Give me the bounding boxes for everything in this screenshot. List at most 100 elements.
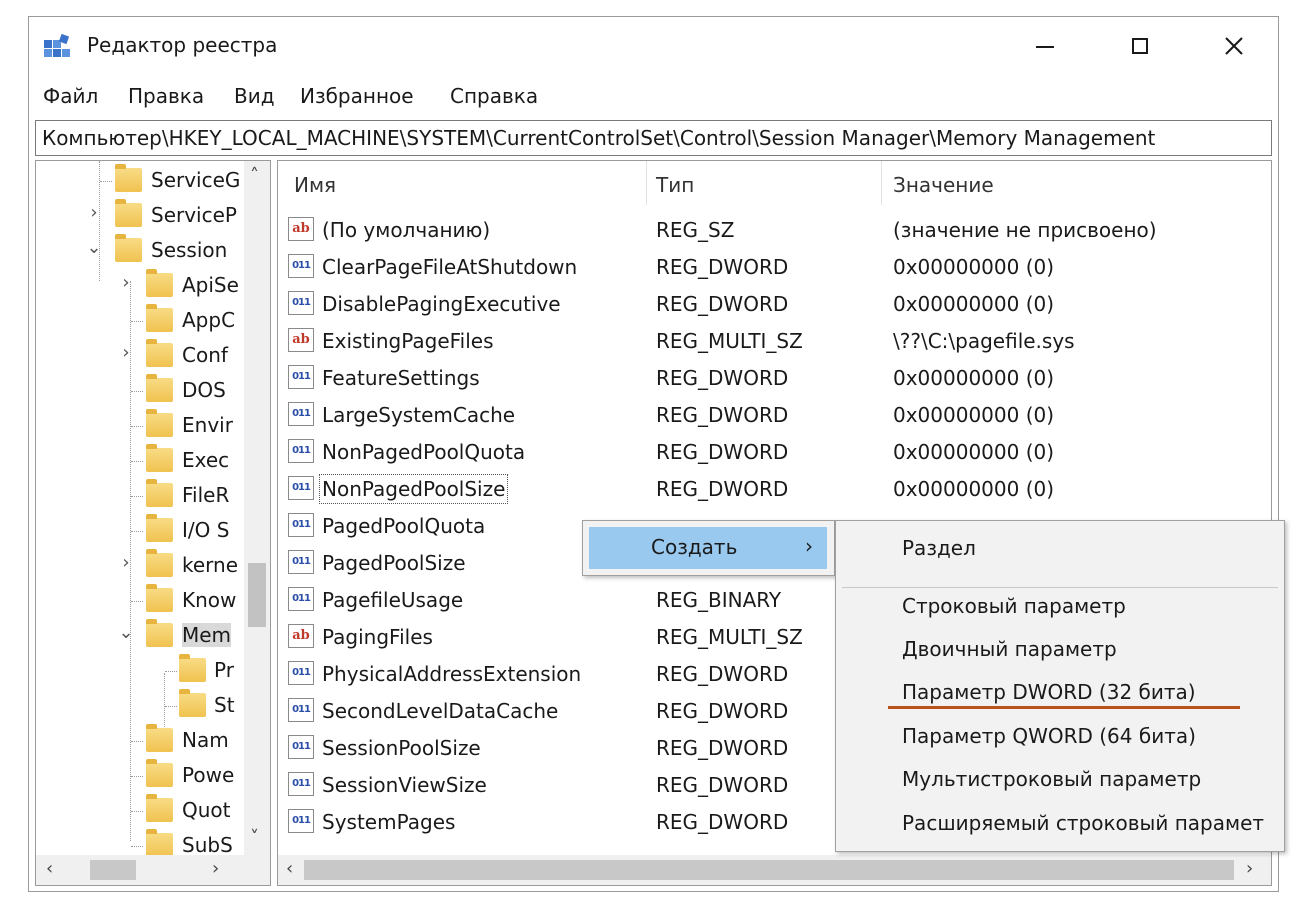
expand-arrow-icon[interactable]: › <box>86 202 102 223</box>
tree-node[interactable]: St <box>36 688 241 722</box>
table-row-focused[interactable]: 011 NonPagedPoolSize REG_DWORD 0x0000000… <box>278 470 1271 507</box>
tree-node[interactable]: ServiceG <box>36 163 241 197</box>
maximize-button[interactable] <box>1095 17 1185 75</box>
expand-arrow-icon[interactable]: › <box>118 272 134 293</box>
tree-node[interactable]: DOS <box>36 373 241 407</box>
tree-node[interactable]: AppC <box>36 303 241 337</box>
collapse-arrow-icon[interactable]: ⌄ <box>118 622 134 643</box>
column-header-type[interactable]: Тип <box>656 173 694 197</box>
menu-edit[interactable]: Правка <box>128 84 204 108</box>
table-row[interactable]: ab ExistingPageFiles REG_MULTI_SZ \??\C:… <box>278 322 1271 359</box>
tree-node[interactable]: › ServiceP <box>36 198 241 232</box>
folder-icon <box>146 829 173 857</box>
window-title: Редактор реестра <box>87 33 278 57</box>
context-menu-create[interactable]: Создать › <box>589 527 827 569</box>
value-name: SessionViewSize <box>322 773 487 797</box>
minimize-button[interactable] <box>1000 17 1090 75</box>
scroll-right-icon[interactable]: › <box>212 858 219 879</box>
submenu-item-string-value[interactable]: Строковый параметр <box>836 587 1284 625</box>
tree-horizontal-scrollbar[interactable]: ‹ › <box>36 855 270 885</box>
menu-help[interactable]: Справка <box>450 84 538 108</box>
submenu-item-multi-string-value[interactable]: Мультистроковый параметр <box>836 760 1284 798</box>
value-type: REG_DWORD <box>656 773 789 797</box>
column-divider[interactable] <box>881 161 882 205</box>
value-name: NonPagedPoolSize <box>318 474 509 504</box>
tree-node[interactable]: Know <box>36 583 241 617</box>
tree-node[interactable]: ⌄ Session <box>36 233 241 267</box>
folder-icon <box>146 444 173 472</box>
menu-file[interactable]: Файл <box>43 84 98 108</box>
tree-node[interactable]: › kerne <box>36 548 241 582</box>
table-row[interactable]: 011 LargeSystemCache REG_DWORD 0x0000000… <box>278 396 1271 433</box>
column-header-value[interactable]: Значение <box>893 173 994 197</box>
tree-node[interactable]: › ApiSe <box>36 268 241 302</box>
tree-vertical-scroll-thumb[interactable] <box>248 563 266 627</box>
expand-arrow-icon[interactable]: › <box>118 552 134 573</box>
menu-favorites[interactable]: Избранное <box>300 84 414 108</box>
submenu-item-key[interactable]: Раздел <box>836 529 1284 567</box>
tree-node[interactable]: Pr <box>36 653 241 687</box>
column-header-name[interactable]: Имя <box>294 173 336 197</box>
tree-node[interactable]: Exec <box>36 443 241 477</box>
scroll-down-icon[interactable]: ˅ <box>250 827 259 848</box>
tree-node[interactable]: › Conf <box>36 338 241 372</box>
value-name: SystemPages <box>322 810 456 834</box>
scroll-up-icon[interactable]: ˄ <box>250 165 259 186</box>
scroll-right-icon[interactable]: › <box>1246 858 1253 879</box>
tree-connector <box>131 391 143 392</box>
binary-value-icon: 011 <box>288 772 314 796</box>
close-button[interactable] <box>1189 17 1278 75</box>
list-horizontal-scrollbar[interactable]: ‹ › <box>278 855 1271 885</box>
folder-icon <box>146 304 173 332</box>
binary-value-icon: 011 <box>288 439 314 463</box>
binary-value-icon: 011 <box>288 587 314 611</box>
table-row[interactable]: 011 ClearPageFileAtShutdown REG_DWORD 0x… <box>278 248 1271 285</box>
value-data: 0x00000000 (0) <box>893 440 1055 464</box>
table-row[interactable]: ab (По умолчанию) REG_SZ (значение не пр… <box>278 211 1271 248</box>
submenu-item-label: Параметр QWORD (64 бита) <box>902 724 1196 748</box>
tree-node[interactable]: Envir <box>36 408 241 442</box>
submenu-item-label: Двоичный параметр <box>902 637 1117 661</box>
value-data: 0x00000000 (0) <box>893 366 1055 390</box>
string-value-icon: ab <box>288 624 314 648</box>
tree-connector <box>131 741 143 742</box>
value-name: PagingFiles <box>322 625 433 649</box>
submenu-item-label: Строковый параметр <box>902 594 1126 618</box>
tree-node[interactable]: Nam <box>36 723 241 757</box>
address-bar[interactable]: Компьютер\HKEY_LOCAL_MACHINE\SYSTEM\Curr… <box>35 120 1272 156</box>
tree-connector <box>131 321 143 322</box>
table-row[interactable]: 011 NonPagedPoolQuota REG_DWORD 0x000000… <box>278 433 1271 470</box>
list-horizontal-scroll-thumb[interactable] <box>304 860 1234 880</box>
collapse-arrow-icon[interactable]: ⌄ <box>86 237 102 258</box>
tree-node[interactable]: Powe <box>36 758 241 792</box>
value-type: REG_DWORD <box>656 736 789 760</box>
tree-node-selected[interactable]: ⌄ Mem <box>36 618 241 652</box>
tree-node[interactable]: Quot <box>36 793 241 827</box>
submenu-arrow-icon: › <box>805 534 813 558</box>
scroll-left-icon[interactable]: ‹ <box>286 858 293 879</box>
registry-tree[interactable]: ServiceG › ServiceP ⌄ Session › ApiSe Ap… <box>35 160 271 886</box>
binary-value-icon: 011 <box>288 698 314 722</box>
tree-vertical-scrollbar[interactable]: ˄ ˅ <box>244 161 270 855</box>
folder-icon <box>146 374 173 402</box>
value-name: (По умолчанию) <box>322 218 491 242</box>
scroll-left-icon[interactable]: ‹ <box>46 858 53 879</box>
table-row[interactable]: 011 FeatureSettings REG_DWORD 0x00000000… <box>278 359 1271 396</box>
value-type: REG_DWORD <box>656 662 789 686</box>
expand-arrow-icon[interactable]: › <box>118 342 134 363</box>
value-data: 0x00000000 (0) <box>893 403 1055 427</box>
tree-horizontal-scroll-thumb[interactable] <box>90 860 136 880</box>
tree-node-label: Exec <box>182 448 230 472</box>
value-name: PagefileUsage <box>322 588 464 612</box>
folder-icon <box>146 269 173 297</box>
menu-view[interactable]: Вид <box>234 84 275 108</box>
submenu-item-binary-value[interactable]: Двоичный параметр <box>836 630 1284 668</box>
binary-value-icon: 011 <box>288 513 314 537</box>
table-row[interactable]: 011 DisablePagingExecutive REG_DWORD 0x0… <box>278 285 1271 322</box>
submenu-item-qword-value[interactable]: Параметр QWORD (64 бита) <box>836 717 1284 755</box>
tree-node[interactable]: I/O S <box>36 513 241 547</box>
value-name: PagedPoolSize <box>322 551 466 575</box>
tree-node[interactable]: FileR <box>36 478 241 512</box>
submenu-item-expandable-string-value[interactable]: Расширяемый строковый парамет <box>836 804 1284 842</box>
column-divider[interactable] <box>646 161 647 205</box>
